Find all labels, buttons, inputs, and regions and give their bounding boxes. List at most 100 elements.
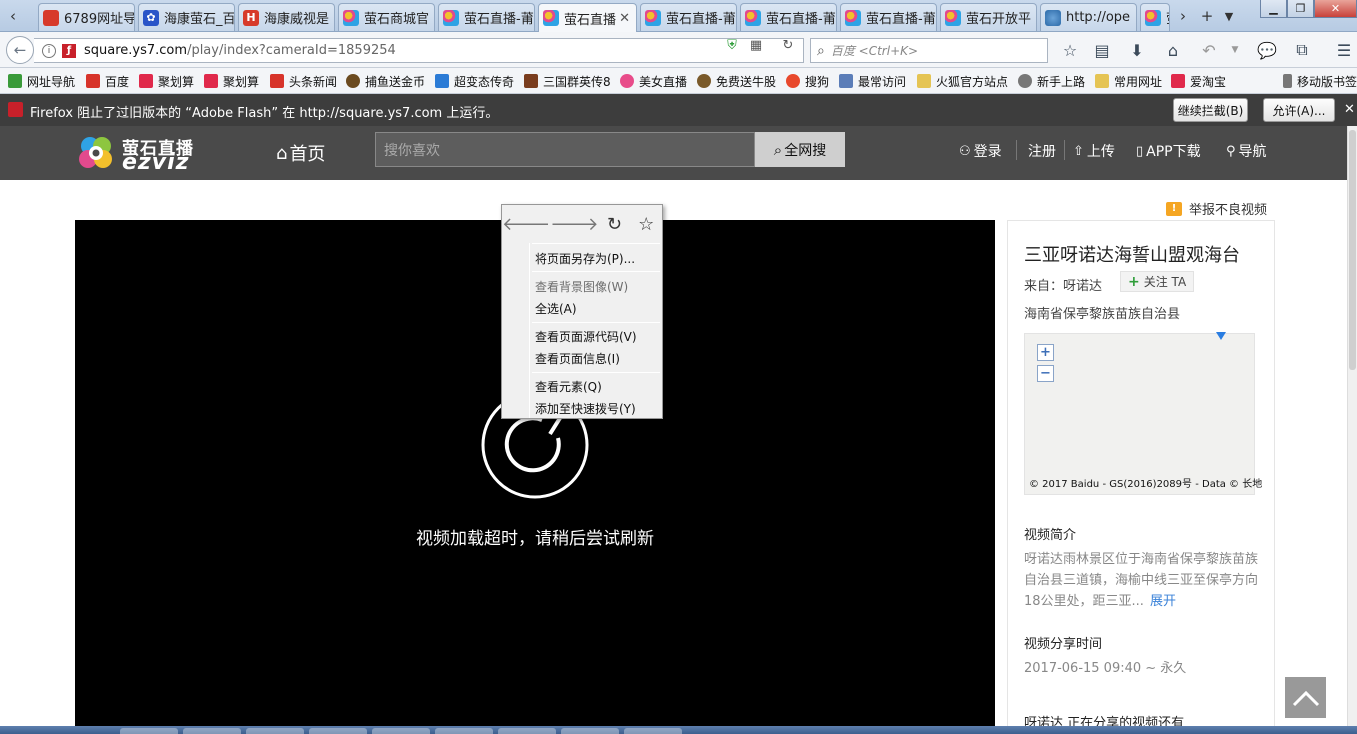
ezviz-logo[interactable]: 萤石直播 ezviz — [76, 132, 206, 175]
undo-icon[interactable]: ↶ — [1198, 40, 1220, 60]
menu-item-speed-dial[interactable]: 添加至快速拨号(Y) — [535, 400, 636, 417]
maximize-window-button[interactable]: ❐ — [1287, 0, 1314, 18]
bookmark-item[interactable]: 爱淘宝 — [1171, 73, 1226, 89]
upload-link[interactable]: ⇧ 上传 — [1073, 141, 1115, 161]
bookmark-item[interactable]: 网址导航 — [8, 73, 75, 89]
reload-icon[interactable]: ↻ — [599, 205, 631, 243]
tab-6-active[interactable]: 萤石直播 ✕ — [538, 3, 637, 32]
taskbar-button[interactable] — [498, 728, 556, 734]
flash-blocked-icon[interactable]: ƒ — [62, 43, 76, 58]
reload-icon[interactable]: ↻ — [780, 37, 796, 53]
bookmark-item[interactable]: 聚划算 — [204, 73, 259, 89]
menu-item-save-page[interactable]: 将页面另存为(P)... — [535, 250, 635, 267]
register-link[interactable]: 注册 — [1028, 141, 1056, 161]
bookmark-item[interactable]: 美女直播 — [620, 73, 687, 89]
home-link[interactable]: ⌂ 首页 — [276, 140, 325, 166]
bookmark-item[interactable]: 三国群英传8 — [524, 73, 611, 89]
allow-flash-button[interactable]: 允许(A)... — [1263, 98, 1335, 122]
taskbar-button[interactable] — [246, 728, 304, 734]
expand-link[interactable]: 展开 — [1150, 594, 1176, 609]
crop-screenshot-icon[interactable]: ⧉ — [1291, 40, 1313, 60]
menu-item-view-source[interactable]: 查看页面源代码(V) — [535, 328, 637, 345]
tab-3[interactable]: H 海康威视是 — [238, 3, 335, 31]
site-search-button[interactable]: ⌕ 全网搜 — [755, 132, 845, 167]
bookmark-item[interactable]: 百度 — [86, 73, 129, 89]
tab-11[interactable]: http://ope — [1040, 3, 1137, 31]
tab-12[interactable]: 萤 — [1140, 3, 1170, 31]
qr-code-icon[interactable]: ▦ — [748, 37, 764, 53]
report-video-link[interactable]: ! 举报不良视频 — [1166, 199, 1267, 218]
menu-item-view-background[interactable]: 查看背景图像(W) — [535, 278, 628, 295]
menu-item-inspect-element[interactable]: 查看元素(Q) — [535, 378, 602, 395]
tab-8[interactable]: 萤石直播-莆 — [740, 3, 837, 31]
menu-item-select-all[interactable]: 全选(A) — [535, 300, 577, 317]
reading-list-icon[interactable]: ▤ — [1091, 40, 1113, 60]
taskbar-button[interactable] — [309, 728, 367, 734]
new-tab-icon[interactable]: + — [1196, 5, 1218, 27]
location-map[interactable]: + − © 2017 Baidu - GS(2016)2089号 - Data … — [1024, 332, 1262, 495]
bookmark-item[interactable]: 最常访问 — [839, 73, 906, 89]
menu-item-page-info[interactable]: 查看页面信息(I) — [535, 350, 620, 367]
tab-scroll-right-icon[interactable]: › — [1172, 5, 1194, 27]
login-link[interactable]: ⚇ 登录 — [959, 141, 1002, 161]
taskbar-button[interactable] — [435, 728, 493, 734]
tab-scroll-left-icon[interactable]: ‹ — [2, 5, 24, 27]
forward-arrow-icon[interactable]: 🡒 — [550, 205, 598, 243]
scrollbar-thumb[interactable] — [1349, 130, 1356, 370]
taskbar-button[interactable] — [561, 728, 619, 734]
tab-label: 海康萤石_百 — [164, 12, 234, 27]
download-icon[interactable]: ⬇ — [1126, 40, 1148, 60]
tab-2[interactable]: ✿ 海康萤石_百 — [138, 3, 235, 31]
tab-10[interactable]: 萤石开放平 — [940, 3, 1037, 31]
tab-7[interactable]: 萤石直播-莆 — [640, 3, 737, 31]
back-to-top-button[interactable] — [1285, 677, 1326, 718]
tab-list-chevron-down-icon[interactable]: ▼ — [1218, 5, 1240, 27]
mobile-bookmarks[interactable]: 移动版书签 — [1283, 73, 1357, 89]
bookmark-item[interactable]: 捕鱼送金币 — [346, 73, 425, 89]
bookmark-star-icon[interactable]: ☆ — [1059, 40, 1081, 60]
tab-1[interactable]: 6789网址导 — [38, 3, 135, 31]
tab-label: 海康威视是 — [264, 12, 330, 27]
url-bar[interactable]: i ƒ square.ys7.com/play/index?cameraId=1… — [34, 38, 804, 63]
back-arrow-icon[interactable]: 🡐 — [502, 205, 550, 243]
map-marker-icon[interactable] — [1216, 332, 1226, 340]
follow-button[interactable]: + 关注 TA — [1120, 271, 1195, 292]
menu-hamburger-icon[interactable]: ☰ — [1333, 40, 1355, 60]
bookmark-item[interactable]: 免费送牛股 — [697, 73, 776, 89]
home-icon[interactable]: ⌂ — [1162, 40, 1184, 60]
bookmark-item[interactable]: 超变态传奇 — [435, 73, 514, 89]
menu-separator — [532, 372, 660, 373]
app-download-link[interactable]: ▯ APP下载 — [1136, 141, 1201, 161]
bookmark-star-icon[interactable]: ☆ — [630, 205, 662, 243]
bookmark-folder[interactable]: 常用网址 — [1095, 73, 1162, 89]
chat-icon[interactable]: 💬 — [1256, 40, 1278, 60]
continue-block-button[interactable]: 继续拦截(B) — [1173, 98, 1248, 122]
search-input[interactable]: ⌕ 百度 <Ctrl+K> — [810, 38, 1048, 63]
minimize-window-button[interactable]: ▁ — [1260, 0, 1287, 18]
bookmark-item[interactable]: 头条新闻 — [270, 73, 337, 89]
site-info-icon[interactable]: i — [42, 43, 56, 58]
bookmark-item[interactable]: 聚划算 — [139, 73, 194, 89]
tab-5[interactable]: 萤石直播-莆 — [438, 3, 535, 31]
tab-4[interactable]: 萤石商城官 — [338, 3, 435, 31]
taskbar-button[interactable] — [372, 728, 430, 734]
taskbar-button[interactable] — [624, 728, 682, 734]
close-tab-icon[interactable]: ✕ — [619, 11, 630, 26]
guide-link[interactable]: ⚲ 导航 — [1226, 141, 1267, 161]
bookmark-item[interactable]: 搜狗 — [786, 73, 829, 89]
bookmark-item[interactable]: 新手上路 — [1018, 73, 1085, 89]
taskbar-button[interactable] — [120, 728, 178, 734]
flash-notice-text: Firefox 阻止了过旧版本的 “Adobe Flash” 在 http://… — [30, 106, 499, 121]
undo-dropdown-chevron-down-icon[interactable]: ▼ — [1224, 40, 1246, 60]
back-button[interactable]: ← — [6, 36, 34, 64]
vertical-scrollbar[interactable] — [1347, 126, 1357, 734]
site-search-input[interactable]: 搜你喜欢 — [375, 132, 755, 167]
bookmark-folder[interactable]: 火狐官方站点 — [917, 73, 1008, 89]
taskbar-button[interactable] — [183, 728, 241, 734]
zoom-out-icon[interactable]: − — [1037, 365, 1054, 382]
close-window-button[interactable]: ✕ — [1314, 0, 1357, 18]
shield-icon[interactable]: ⛨ — [724, 37, 740, 53]
zoom-in-icon[interactable]: + — [1037, 344, 1054, 361]
tab-9[interactable]: 萤石直播-莆 — [840, 3, 937, 31]
close-icon[interactable]: ✕ — [1344, 102, 1355, 117]
